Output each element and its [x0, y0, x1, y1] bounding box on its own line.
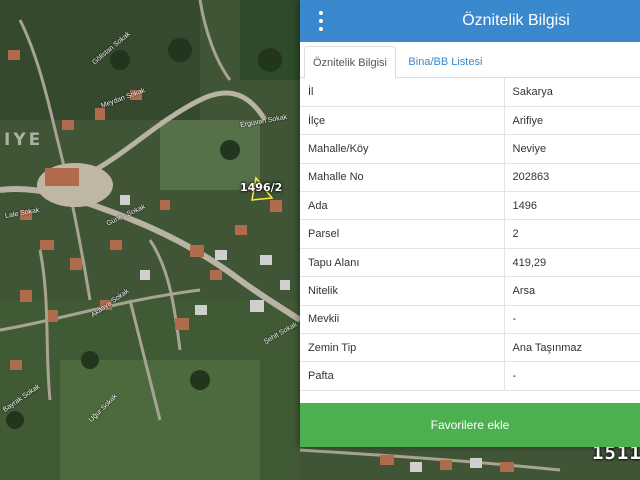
attribute-value: Sakarya [504, 78, 640, 107]
table-row: Zemin Tip Ana Taşınmaz [300, 333, 640, 363]
attribute-panel: Öznitelik Bilgisi Öznitelik Bilgisi Bina… [300, 0, 640, 447]
table-row: İlçe Arifiye [300, 106, 640, 136]
attribute-key: Parsel [300, 219, 505, 249]
attribute-table: İl Sakarya İlçe Arifiye Mahalle/Köy Neviye … [300, 78, 640, 391]
table-row: Mahalle/Köy Neviye [300, 134, 640, 164]
table-row: Parsel 2 [300, 219, 640, 249]
attribute-key: Ada [300, 191, 505, 221]
attribute-value: - [504, 361, 640, 391]
panel-tabs: Öznitelik Bilgisi Bina/BB Listesi [300, 42, 640, 79]
attribute-value: 202863 [504, 163, 640, 193]
panel-header: Öznitelik Bilgisi [300, 0, 640, 42]
table-row: Tapu Alanı 419,29 [300, 248, 640, 278]
tab-attribute-info[interactable]: Öznitelik Bilgisi [304, 46, 396, 79]
attribute-value: Ana Taşınmaz [504, 333, 640, 363]
table-row: Pafta - [300, 361, 640, 391]
attribute-key: İlçe [300, 106, 505, 136]
attribute-value: Arsa [504, 276, 640, 306]
attribute-key: Zemin Tip [300, 333, 505, 363]
attribute-value: 419,29 [504, 248, 640, 278]
attribute-key: Nitelik [300, 276, 505, 306]
attribute-key: Tapu Alanı [300, 248, 505, 278]
panel-title: Öznitelik Bilgisi [462, 12, 570, 29]
attribute-key: Pafta [300, 361, 505, 391]
tab-building-list[interactable]: Bina/BB Listesi [400, 46, 490, 78]
attribute-key: Mevkii [300, 305, 505, 335]
table-row: Nitelik Arsa [300, 276, 640, 306]
attribute-value: 1496 [504, 191, 640, 221]
attribute-value: Neviye [504, 134, 640, 164]
attribute-key: Mahalle No [300, 163, 505, 193]
attribute-key: İl [300, 78, 505, 107]
table-row: Ada 1496 [300, 191, 640, 221]
add-to-favorites-button[interactable]: Favorilere ekle [300, 403, 640, 447]
table-row: İl Sakarya [300, 78, 640, 107]
region-label: IYE [4, 130, 44, 150]
parcel-label[interactable]: 1496/2 [240, 181, 282, 194]
attribute-key: Mahalle/Köy [300, 134, 505, 164]
attribute-value: 2 [504, 219, 640, 249]
attribute-value: - [504, 305, 640, 335]
table-row: Mevkii - [300, 305, 640, 335]
attribute-value: Arifiye [504, 106, 640, 136]
table-row: Mahalle No 202863 [300, 163, 640, 193]
